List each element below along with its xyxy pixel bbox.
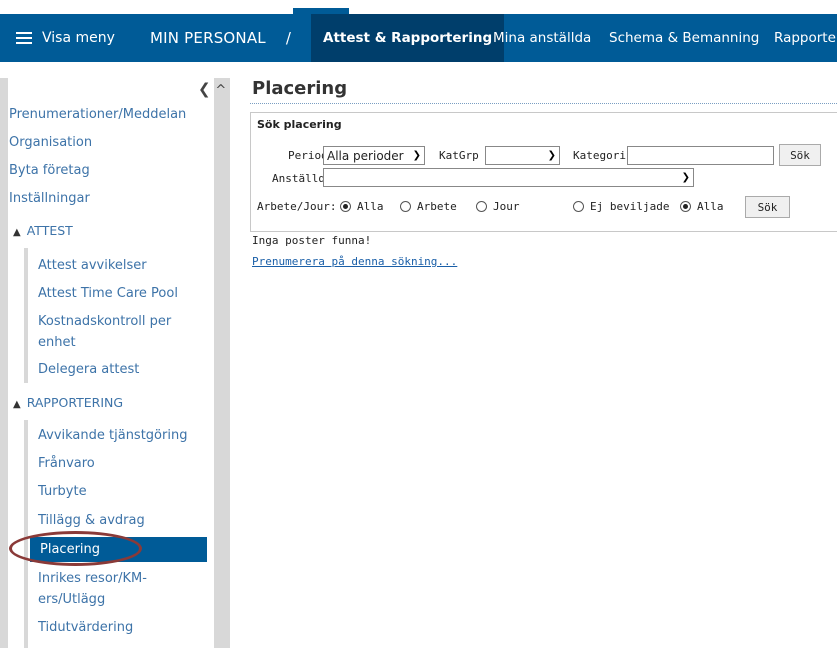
brand-separator: / <box>285 29 292 47</box>
subscribe-link[interactable]: Prenumerera på denna sökning... <box>252 255 457 268</box>
radio-alla-2-label: Alla <box>697 200 724 213</box>
caret-up-icon: ▲ <box>13 227 21 238</box>
tab-attest-rapportering[interactable]: Attest & Rapportering <box>311 14 505 62</box>
rapportering-guide-line <box>24 420 28 648</box>
title-divider <box>250 103 837 104</box>
radio-arbete[interactable] <box>400 201 411 212</box>
search-button[interactable]: Sök <box>779 144 821 166</box>
caret-up-icon: ▲ <box>13 399 21 410</box>
panel-title: Sök placering <box>257 118 342 131</box>
menu-label: Visa meny <box>42 30 115 46</box>
tab-rapporter[interactable]: Rapporter <box>762 14 837 62</box>
tab-label: Mina anställda <box>493 30 592 46</box>
period-select-value: Alla perioder <box>327 148 404 163</box>
sidebar-scrollbar[interactable] <box>214 78 230 648</box>
sidebar-item-organisation[interactable]: Organisation <box>9 135 92 150</box>
highlight-circle <box>9 531 142 566</box>
radio-jour-label: Jour <box>493 200 520 213</box>
page-title: Placering <box>252 78 348 99</box>
section-attest-title: ATTEST <box>26 223 73 238</box>
no-results-message: Inga poster funna! <box>252 234 372 247</box>
chevron-down-icon: ❯ <box>547 150 556 161</box>
sidebar-item-installningar[interactable]: Inställningar <box>9 191 90 206</box>
sidebar-item-franvaro[interactable]: Frånvaro <box>38 456 95 471</box>
chevron-left-icon[interactable]: ❮ <box>198 80 211 98</box>
sidebar-collapse-controls[interactable]: ❮ ^ <box>198 80 226 98</box>
sidebar-item-attest-time-care-pool[interactable]: Attest Time Care Pool <box>38 286 178 301</box>
sidebar-item-inrikes-resor[interactable]: Inrikes resor/KM- <box>38 571 147 586</box>
tab-label: Rapporter <box>774 30 837 46</box>
anstalld-label: Anställd <box>272 172 325 185</box>
kategori-input[interactable] <box>627 146 774 165</box>
sidebar-item-avvikande-tjanstgoring[interactable]: Avvikande tjänstgöring <box>38 428 187 443</box>
radio-alla[interactable] <box>340 201 351 212</box>
katgrp-select[interactable]: ❯ <box>485 146 560 165</box>
tab-label: Schema & Bemanning <box>609 30 760 46</box>
chevron-up-icon[interactable]: ^ <box>215 83 226 98</box>
brand[interactable]: MIN PERSONAL / <box>150 14 291 62</box>
katgrp-label: KatGrp <box>439 149 479 162</box>
radio-ej-beviljade[interactable] <box>573 201 584 212</box>
sidebar-item-tidutvardering[interactable]: Tidutvärdering <box>38 620 133 635</box>
radio-alla-2[interactable] <box>680 201 691 212</box>
sidebar-item-prenumerationer[interactable]: Prenumerationer/Meddelan <box>9 107 205 122</box>
tab-mina-anstallda[interactable]: Mina anställda <box>481 14 603 62</box>
tab-label: Attest & Rapportering <box>323 30 493 46</box>
period-label: Period <box>288 149 328 162</box>
sidebar-item-byta-foretag[interactable]: Byta företag <box>9 163 90 178</box>
sidebar-item-kostnadskontroll-line2[interactable]: enhet <box>38 335 76 350</box>
brand-label: MIN PERSONAL <box>150 29 266 47</box>
radio-jour[interactable] <box>476 201 487 212</box>
sidebar-item-inrikes-resor-line2[interactable]: ers/Utlägg <box>38 592 105 607</box>
menu-button[interactable]: Visa meny <box>16 14 115 62</box>
tab-schema-bemanning[interactable]: Schema & Bemanning <box>597 14 771 62</box>
navbar: Visa meny MIN PERSONAL / Attest & Rappor… <box>0 14 837 62</box>
section-rapportering-title: RAPPORTERING <box>26 395 124 410</box>
kategori-label: Kategori <box>573 149 626 162</box>
anstalld-select[interactable]: ❯ <box>323 168 694 187</box>
sidebar-item-kostnadskontroll[interactable]: Kostnadskontroll per <box>38 314 171 329</box>
section-rapportering[interactable]: ▲ RAPPORTERING <box>13 395 123 410</box>
sidebar-item-tillagg-avdrag[interactable]: Tillägg & avdrag <box>38 513 145 528</box>
hamburger-icon <box>16 32 32 44</box>
chevron-down-icon: ❯ <box>681 172 690 183</box>
attest-guide-line <box>24 248 28 383</box>
radio-arbete-label: Arbete <box>417 200 457 213</box>
radio-alla-label: Alla <box>357 200 384 213</box>
sidebar-item-delegera-attest[interactable]: Delegera attest <box>38 362 139 377</box>
chevron-down-icon: ❯ <box>412 150 421 161</box>
search-button-2[interactable]: Sök <box>745 196 790 218</box>
search-panel: Sök placering Period Alla perioder ❯ Kat… <box>250 112 837 232</box>
sidebar-item-attest-avvikelser[interactable]: Attest avvikelser <box>38 258 147 273</box>
radio-ej-beviljade-label: Ej beviljade <box>590 200 670 213</box>
arbete-jour-label: Arbete/Jour: <box>257 200 337 213</box>
sidebar-item-turbyte[interactable]: Turbyte <box>38 484 87 499</box>
period-select[interactable]: Alla perioder ❯ <box>323 146 425 165</box>
section-attest[interactable]: ▲ ATTEST <box>13 223 73 238</box>
